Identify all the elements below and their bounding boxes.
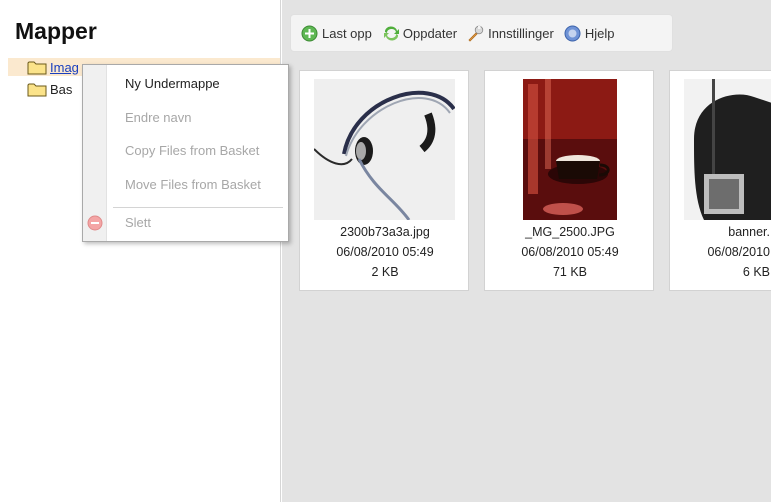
context-menu: Ny Undermappe Endre navn Copy Files from… — [82, 64, 289, 242]
file-thumbnail[interactable]: 2300b73a3a.jpg 06/08/2010 05:49 2 KB — [299, 70, 469, 291]
refresh-button[interactable]: Oppdater — [382, 25, 457, 42]
file-thumbnail[interactable]: _MG_2500.JPG 06/08/2010 05:49 71 KB — [484, 70, 654, 291]
file-date: 06/08/2010 — [707, 245, 770, 259]
delete-icon — [87, 215, 103, 231]
folder-icon — [27, 60, 47, 75]
help-button[interactable]: Hjelp — [564, 25, 615, 42]
panel-title: Mapper — [15, 18, 97, 44]
settings-button[interactable]: Innstillinger — [467, 25, 554, 42]
file-date: 06/08/2010 05:49 — [336, 245, 434, 259]
menu-item-copy-from-basket[interactable]: Copy Files from Basket — [107, 136, 289, 166]
upload-icon — [301, 25, 318, 42]
file-size: 6 KB — [742, 265, 770, 279]
folder-icon — [27, 82, 47, 97]
file-size: 2 KB — [371, 265, 399, 279]
toolbar: Last opp Oppdater Innstillinger Hjelp — [290, 14, 673, 52]
upload-button[interactable]: Last opp — [301, 25, 372, 42]
file-size: 71 KB — [552, 265, 588, 279]
file-name: banner. — [728, 225, 770, 239]
refresh-icon — [382, 25, 399, 42]
file-date: 06/08/2010 05:49 — [521, 245, 619, 259]
refresh-label: Oppdater — [402, 25, 458, 41]
menu-item-new-subfolder[interactable]: Ny Undermappe — [107, 69, 289, 99]
tree-item-basket[interactable]: Bas — [27, 80, 72, 98]
menu-item-delete[interactable]: Slett — [107, 208, 289, 238]
microphone-photo — [684, 79, 771, 220]
upload-label: Last opp — [322, 25, 372, 41]
menu-item-move-from-basket[interactable]: Move Files from Basket — [107, 170, 289, 200]
settings-label: Innstillinger — [488, 25, 554, 41]
menu-item-rename[interactable]: Endre navn — [107, 103, 289, 133]
coffee-photo — [523, 79, 617, 220]
file-name: 2300b73a3a.jpg — [340, 225, 430, 239]
file-thumbnail[interactable]: banner. 06/08/2010 6 KB — [669, 70, 771, 291]
tree-item-label[interactable]: Bas — [50, 82, 72, 97]
tree-item-label[interactable]: Imag — [50, 60, 79, 75]
headset-icon — [314, 79, 455, 220]
file-name: _MG_2500.JPG — [525, 225, 615, 239]
help-label: Hjelp — [584, 25, 615, 41]
help-icon — [564, 25, 581, 42]
wrench-icon — [467, 25, 484, 42]
